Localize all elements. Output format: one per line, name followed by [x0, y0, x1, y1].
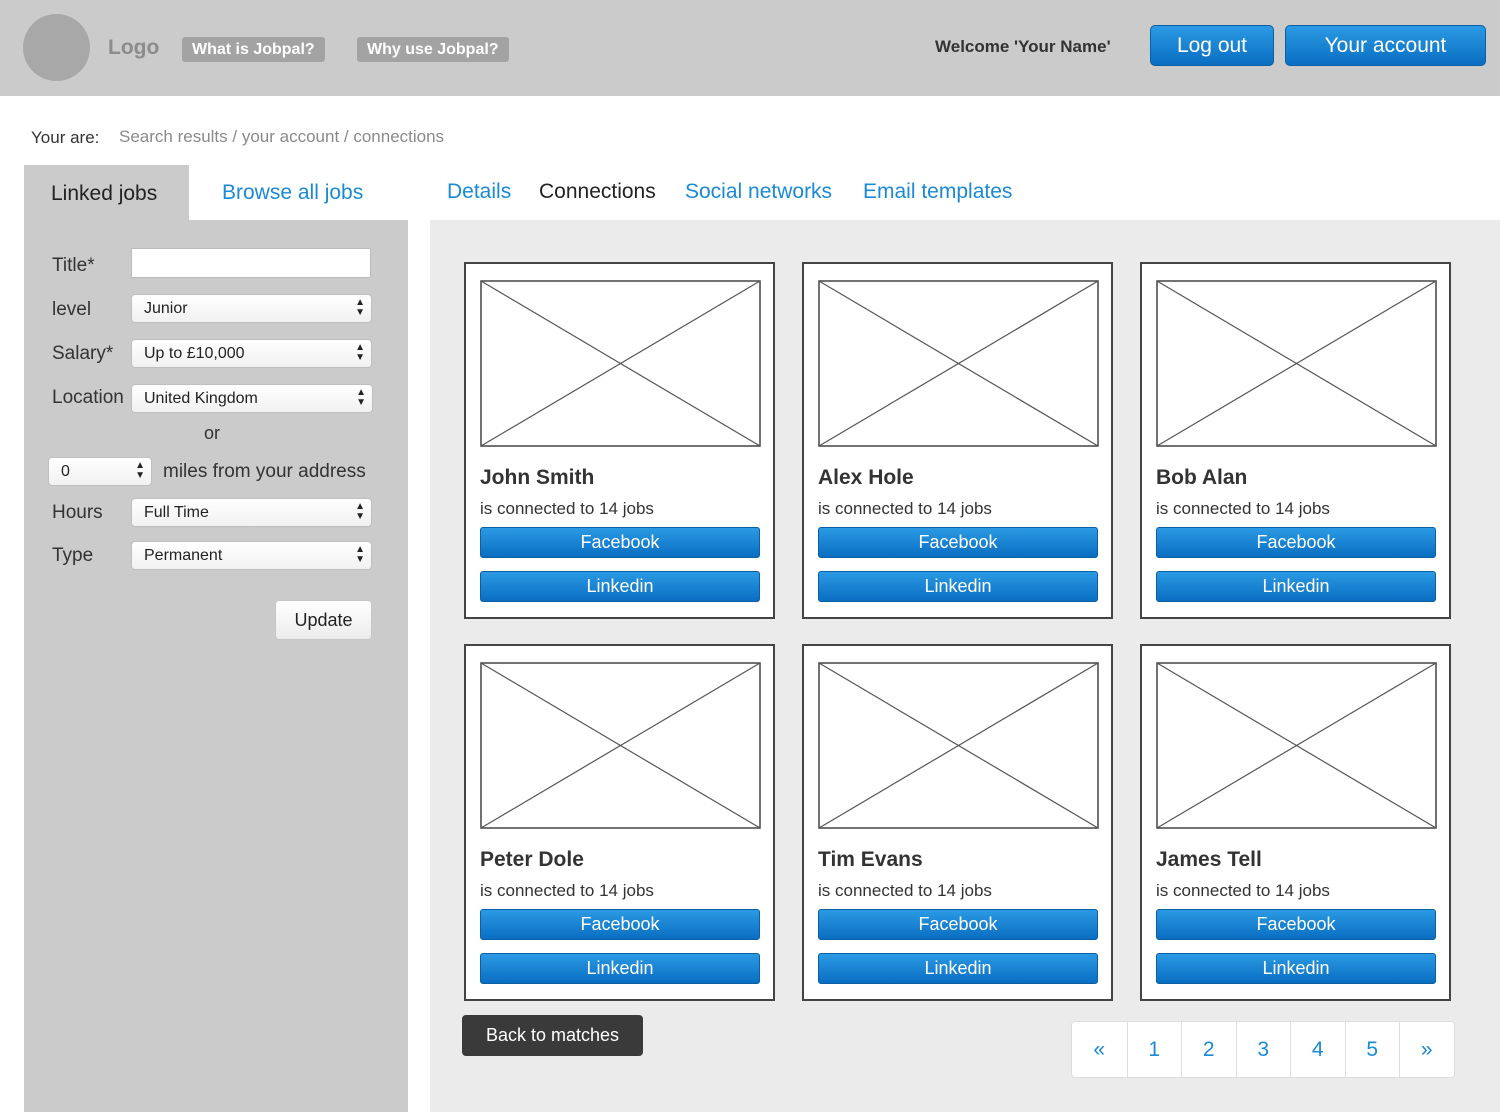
your-account-button[interactable]: Your account [1285, 25, 1486, 66]
linkedin-button[interactable]: Linkedin [1156, 953, 1436, 984]
pagination: « 1 2 3 4 5 » [1071, 1021, 1455, 1078]
or-label: or [204, 423, 221, 443]
breadcrumb[interactable]: Search results / your account / connecti… [119, 127, 444, 147]
location-label: Location [52, 387, 124, 408]
type-label: Type [52, 545, 94, 566]
image-placeholder-icon [1156, 280, 1437, 447]
salary-label: Salary* [52, 343, 114, 364]
facebook-button[interactable]: Facebook [480, 909, 760, 940]
nav-what-is-jobpal[interactable]: What is Jobpal? [182, 37, 325, 62]
type-value: Permanent [144, 547, 223, 564]
connection-card: James Tell is connected to 14 jobs Faceb… [1140, 644, 1451, 1001]
select-arrows-icon: ▲ ▼ [356, 387, 366, 408]
logout-button[interactable]: Log out [1150, 25, 1274, 66]
connection-subtitle: is connected to 14 jobs [818, 499, 992, 518]
hours-select[interactable]: Full Time ▲ ▼ [131, 498, 372, 527]
welcome-text: Welcome 'Your Name' [935, 37, 1111, 56]
top-header: Logo What is Jobpal? Why use Jobpal? Wel… [0, 0, 1500, 96]
select-arrows-icon: ▲ ▼ [355, 342, 365, 363]
linkedin-button[interactable]: Linkedin [818, 571, 1098, 602]
linkedin-button[interactable]: Linkedin [480, 953, 760, 984]
tab-linked-jobs[interactable]: Linked jobs [24, 165, 189, 221]
connection-subtitle: is connected to 14 jobs [1156, 499, 1330, 518]
connection-card: John Smith is connected to 14 jobs Faceb… [464, 262, 775, 619]
pagination-next[interactable]: » [1399, 1022, 1454, 1077]
title-label: Title* [52, 255, 95, 276]
hours-label: Hours [52, 502, 103, 523]
image-placeholder-icon [1156, 662, 1437, 829]
pagination-page-1[interactable]: 1 [1126, 1022, 1182, 1077]
tab-connections[interactable]: Connections [539, 180, 656, 204]
level-select[interactable]: Junior ▲ ▼ [131, 294, 372, 323]
connection-name: James Tell [1156, 848, 1262, 871]
update-button[interactable]: Update [275, 600, 372, 640]
image-placeholder-icon [818, 280, 1099, 447]
title-input[interactable] [131, 248, 371, 278]
connection-card: Bob Alan is connected to 14 jobs Faceboo… [1140, 262, 1451, 619]
tab-social-networks[interactable]: Social networks [685, 180, 832, 204]
linkedin-button[interactable]: Linkedin [818, 953, 1098, 984]
image-placeholder-icon [480, 280, 761, 447]
breadcrumb-label: Your are: [31, 128, 100, 147]
pagination-page-4[interactable]: 4 [1290, 1022, 1345, 1077]
pagination-page-2[interactable]: 2 [1181, 1022, 1236, 1077]
location-select[interactable]: United Kingdom ▲ ▼ [131, 384, 373, 413]
image-placeholder-icon [818, 662, 1099, 829]
connection-name: Bob Alan [1156, 466, 1248, 489]
connection-card: Alex Hole is connected to 14 jobs Facebo… [802, 262, 1113, 619]
tab-browse-all-jobs[interactable]: Browse all jobs [222, 181, 363, 205]
pagination-page-5[interactable]: 5 [1344, 1022, 1400, 1077]
back-to-matches-button[interactable]: Back to matches [462, 1015, 643, 1056]
logo-image [23, 14, 90, 81]
level-value: Junior [144, 300, 188, 317]
level-label: level [52, 299, 92, 320]
salary-select[interactable]: Up to £10,000 ▲ ▼ [131, 339, 372, 368]
connection-subtitle: is connected to 14 jobs [480, 499, 654, 518]
miles-label: miles from your address [163, 461, 366, 482]
stepper-arrows-icon[interactable]: ▲ ▼ [135, 461, 145, 481]
connection-name: Peter Dole [480, 848, 584, 871]
connection-name: Alex Hole [818, 466, 914, 489]
tab-email-templates[interactable]: Email templates [863, 180, 1012, 204]
connection-subtitle: is connected to 14 jobs [480, 881, 654, 900]
connection-card: Peter Dole is connected to 14 jobs Faceb… [464, 644, 775, 1001]
linkedin-button[interactable]: Linkedin [1156, 571, 1436, 602]
tab-details[interactable]: Details [447, 180, 511, 204]
pagination-page-3[interactable]: 3 [1235, 1022, 1291, 1077]
connection-subtitle: is connected to 14 jobs [818, 881, 992, 900]
facebook-button[interactable]: Facebook [818, 527, 1098, 558]
facebook-button[interactable]: Facebook [1156, 909, 1436, 940]
facebook-button[interactable]: Facebook [818, 909, 1098, 940]
connection-name: Tim Evans [818, 848, 923, 871]
location-value: United Kingdom [144, 390, 258, 407]
select-arrows-icon: ▲ ▼ [355, 501, 365, 522]
image-placeholder-icon [480, 662, 761, 829]
miles-stepper[interactable]: 0 ▲ ▼ [48, 457, 152, 486]
connection-subtitle: is connected to 14 jobs [1156, 881, 1330, 900]
connection-name: John Smith [480, 466, 595, 489]
hours-value: Full Time [144, 504, 209, 521]
select-arrows-icon: ▲ ▼ [355, 544, 365, 565]
select-arrows-icon: ▲ ▼ [355, 297, 365, 318]
facebook-button[interactable]: Facebook [1156, 527, 1436, 558]
type-select[interactable]: Permanent ▲ ▼ [131, 541, 372, 570]
facebook-button[interactable]: Facebook [480, 527, 760, 558]
connection-card: Tim Evans is connected to 14 jobs Facebo… [802, 644, 1113, 1001]
pagination-prev[interactable]: « [1072, 1022, 1127, 1077]
nav-why-use-jobpal[interactable]: Why use Jobpal? [357, 37, 509, 62]
linkedin-button[interactable]: Linkedin [480, 571, 760, 602]
miles-value: 0 [61, 463, 70, 480]
salary-value: Up to £10,000 [144, 345, 245, 362]
logo-text: Logo [108, 36, 160, 59]
